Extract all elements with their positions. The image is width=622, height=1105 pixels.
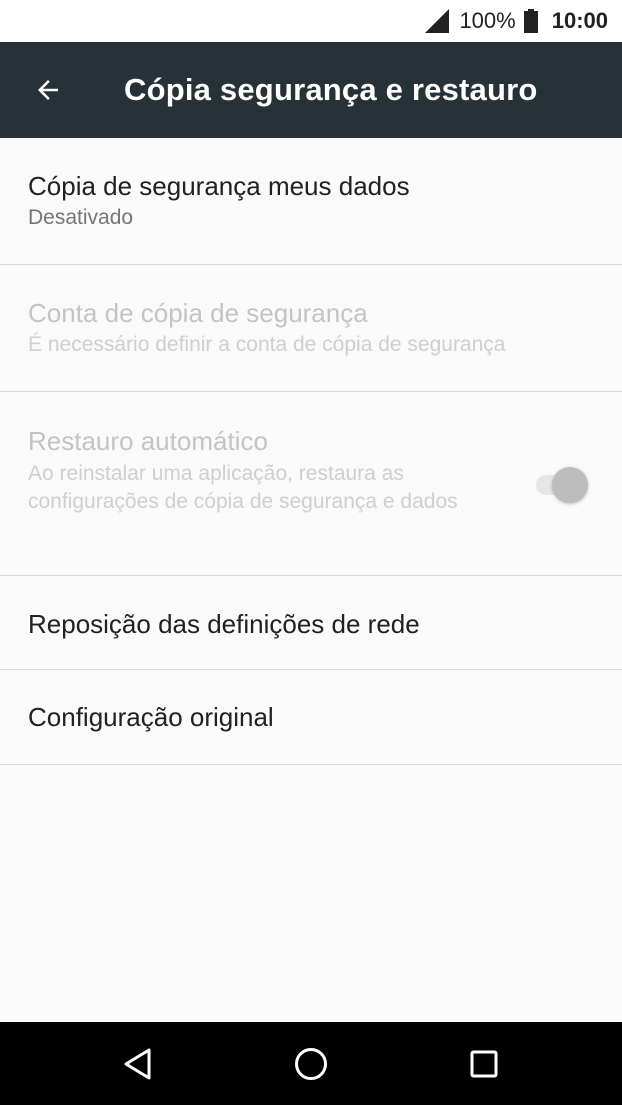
triangle-back-icon [124, 1048, 151, 1080]
setting-title: Restauro automático [28, 426, 268, 456]
page-title: Cópia segurança e restauro [124, 72, 538, 107]
battery-icon [523, 9, 538, 33]
setting-summary: Ao reinstalar uma aplicação, restaura as… [28, 462, 458, 513]
nav-recents-button[interactable] [454, 1034, 514, 1094]
arrow-left-icon [38, 80, 58, 100]
toggle-thumb [552, 467, 588, 503]
setting-title: Configuração original [28, 702, 274, 732]
nav-home-button[interactable] [281, 1034, 341, 1094]
settings-list: Cópia de segurança meus dados Desativado… [0, 138, 622, 765]
setting-title: Cópia de segurança meus dados [28, 171, 410, 201]
setting-backup-my-data[interactable]: Cópia de segurança meus dados Desativado [0, 138, 622, 265]
setting-auto-restore: Restauro automático Ao reinstalar uma ap… [0, 392, 622, 576]
app-bar: Cópia segurança e restauro [0, 42, 622, 138]
setting-title: Reposição das definições de rede [28, 609, 420, 639]
setting-summary: É necessário definir a conta de cópia de… [28, 333, 506, 356]
auto-restore-toggle [534, 467, 590, 503]
cell-signal-icon [425, 9, 450, 33]
nav-back-button[interactable] [108, 1034, 168, 1094]
clock: 10:00 [551, 8, 608, 33]
navigation-bar [0, 1022, 622, 1105]
status-bar: 100% 10:00 [0, 0, 622, 42]
circle-home-icon [295, 1048, 327, 1080]
setting-summary: Desativado [28, 206, 134, 229]
battery-percent: 100% [459, 8, 516, 33]
setting-factory-reset[interactable]: Configuração original [0, 670, 622, 765]
setting-backup-account: Conta de cópia de segurança É necessário… [0, 265, 622, 392]
square-recents-icon [470, 1050, 498, 1078]
setting-title: Conta de cópia de segurança [28, 298, 368, 328]
back-button[interactable] [20, 62, 76, 118]
setting-network-reset[interactable]: Reposição das definições de rede [0, 576, 622, 670]
